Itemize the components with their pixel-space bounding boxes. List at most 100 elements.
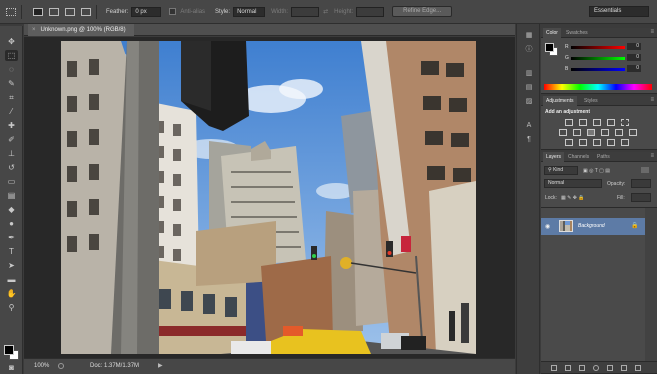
status-info-icon[interactable] bbox=[58, 363, 64, 369]
lasso-tool-icon[interactable]: ◌ bbox=[5, 64, 18, 75]
swap-icon[interactable]: ⇄ bbox=[323, 8, 328, 15]
adjustment-layer-icon[interactable] bbox=[593, 365, 599, 371]
layer-row-background[interactable]: ◉ Background 🔒 bbox=[541, 218, 645, 235]
brush-panel-icon[interactable]: ▥ bbox=[524, 70, 534, 78]
document-tab[interactable]: × Unknown.png @ 100% (RGB/8) bbox=[28, 24, 134, 36]
gradient-map-icon[interactable] bbox=[621, 139, 629, 146]
selective-color-icon[interactable] bbox=[607, 139, 615, 146]
hand-tool-icon[interactable]: ✋ bbox=[5, 288, 18, 299]
red-value-input[interactable]: 0 bbox=[627, 43, 641, 50]
layer-filter-icons[interactable]: ▣ ◎ T ▢ ▤ bbox=[583, 168, 610, 174]
marquee-tool-icon[interactable] bbox=[6, 7, 16, 16]
canvas-area[interactable] bbox=[24, 37, 515, 358]
filter-toggle[interactable] bbox=[641, 167, 649, 173]
group-folder-icon[interactable] bbox=[607, 365, 613, 371]
new-layer-icon[interactable] bbox=[621, 365, 627, 371]
pen-tool-icon[interactable]: ✒ bbox=[5, 232, 18, 243]
panel-menu-icon[interactable]: ≡ bbox=[650, 28, 654, 37]
hue-saturation-icon[interactable] bbox=[559, 129, 567, 136]
new-selection-icon[interactable] bbox=[33, 7, 43, 16]
color-lookup-icon[interactable] bbox=[629, 129, 637, 136]
layer-mask-icon[interactable] bbox=[579, 365, 585, 371]
blur-tool-icon[interactable]: ◆ bbox=[5, 204, 18, 215]
paragraph-panel-icon[interactable]: ¶ bbox=[524, 136, 534, 144]
intersect-selection-icon[interactable] bbox=[81, 7, 91, 16]
panel-menu-icon[interactable]: ≡ bbox=[650, 152, 654, 161]
document-image[interactable] bbox=[61, 41, 476, 354]
style-select[interactable]: Normal bbox=[233, 6, 266, 17]
zoom-tool-icon[interactable]: ⚲ bbox=[5, 302, 18, 313]
properties-panel-icon[interactable]: ⓘ bbox=[524, 46, 534, 54]
feather-input[interactable]: 0 px bbox=[131, 6, 162, 17]
antialias-checkbox[interactable] bbox=[169, 8, 177, 15]
panel-menu-icon[interactable]: ≡ bbox=[650, 96, 654, 105]
threshold-icon[interactable] bbox=[593, 139, 601, 146]
brush-presets-panel-icon[interactable]: ▤ bbox=[524, 84, 534, 92]
foreground-color-swatch[interactable] bbox=[4, 345, 14, 355]
exposure-icon[interactable] bbox=[607, 119, 615, 126]
channel-mixer-icon[interactable] bbox=[615, 129, 623, 136]
height-input[interactable] bbox=[356, 6, 385, 17]
layer-filter-kind-select[interactable]: ⚲ Kind bbox=[544, 166, 578, 175]
gradient-tool-icon[interactable]: ▤ bbox=[5, 190, 18, 201]
width-input[interactable] bbox=[291, 6, 320, 17]
tab-adjustments[interactable]: Adjustments bbox=[543, 96, 577, 106]
invert-icon[interactable] bbox=[565, 139, 573, 146]
quick-mask-icon[interactable]: ◙ bbox=[5, 362, 18, 373]
posterize-icon[interactable] bbox=[579, 139, 587, 146]
curves-icon[interactable] bbox=[593, 119, 601, 126]
clone-stamp-tool-icon[interactable]: ⊥ bbox=[5, 148, 18, 159]
layer-style-icon[interactable] bbox=[565, 365, 571, 371]
fill-input[interactable] bbox=[631, 193, 651, 202]
color-balance-icon[interactable] bbox=[573, 129, 581, 136]
tab-channels[interactable]: Channels bbox=[565, 152, 592, 162]
blend-mode-select[interactable]: Normal bbox=[544, 179, 602, 188]
green-slider[interactable] bbox=[571, 57, 625, 60]
quick-selection-tool-icon[interactable]: ✎ bbox=[5, 78, 18, 89]
opacity-input[interactable] bbox=[631, 179, 651, 188]
link-layers-icon[interactable] bbox=[551, 365, 557, 371]
tab-color[interactable]: Color bbox=[543, 28, 561, 38]
type-tool-icon[interactable]: T bbox=[5, 246, 18, 257]
visibility-eye-icon[interactable]: ◉ bbox=[545, 223, 550, 230]
green-value-input[interactable]: 0 bbox=[627, 54, 641, 61]
brush-tool-icon[interactable]: ✐ bbox=[5, 134, 18, 145]
eraser-tool-icon[interactable]: ▭ bbox=[5, 176, 18, 187]
vibrance-icon[interactable] bbox=[621, 119, 629, 126]
delete-layer-icon[interactable] bbox=[635, 365, 641, 371]
status-menu-arrow-icon[interactable]: ▶ bbox=[158, 362, 163, 369]
black-white-icon[interactable] bbox=[587, 129, 595, 136]
history-panel-icon[interactable]: ▦ bbox=[524, 32, 534, 40]
path-selection-tool-icon[interactable]: ➤ bbox=[5, 260, 18, 271]
workspace-select[interactable]: Essentials bbox=[589, 6, 649, 17]
photo-filter-icon[interactable] bbox=[601, 129, 609, 136]
history-brush-tool-icon[interactable]: ↺ bbox=[5, 162, 18, 173]
healing-brush-tool-icon[interactable]: ✚ bbox=[5, 120, 18, 131]
blue-slider[interactable] bbox=[571, 68, 625, 71]
shape-tool-icon[interactable]: ▬ bbox=[5, 274, 18, 285]
move-tool-icon[interactable]: ✥ bbox=[5, 36, 18, 47]
brightness-contrast-icon[interactable] bbox=[565, 119, 573, 126]
dodge-tool-icon[interactable]: ● bbox=[5, 218, 18, 229]
character-panel-icon[interactable]: A bbox=[524, 122, 534, 130]
subtract-from-selection-icon[interactable] bbox=[65, 7, 75, 16]
refine-edge-button[interactable]: Refine Edge... bbox=[392, 6, 453, 17]
add-to-selection-icon[interactable] bbox=[49, 7, 59, 16]
crop-tool-icon[interactable]: ⌗ bbox=[5, 92, 18, 103]
color-spectrum-ramp[interactable] bbox=[544, 84, 652, 90]
red-slider[interactable] bbox=[571, 46, 625, 49]
zoom-level[interactable]: 100% bbox=[34, 363, 49, 369]
blue-value-input[interactable]: 0 bbox=[627, 65, 641, 72]
clone-source-panel-icon[interactable]: ▨ bbox=[524, 98, 534, 106]
layers-scrollbar[interactable] bbox=[645, 208, 657, 362]
rectangular-marquee-tool-icon[interactable]: ⬚ bbox=[5, 50, 18, 61]
tab-swatches[interactable]: Swatches bbox=[563, 28, 591, 38]
eyedropper-tool-icon[interactable]: ⁄ bbox=[5, 106, 18, 117]
levels-icon[interactable] bbox=[579, 119, 587, 126]
color-foreground-swatch[interactable] bbox=[545, 43, 554, 52]
tab-paths[interactable]: Paths bbox=[594, 152, 613, 162]
tab-layers[interactable]: Layers bbox=[543, 152, 565, 162]
tab-styles[interactable]: Styles bbox=[581, 96, 601, 106]
close-tab-icon[interactable]: × bbox=[32, 27, 36, 33]
lock-icons[interactable]: ▦ ✎ ✥ 🔒 bbox=[561, 195, 585, 201]
